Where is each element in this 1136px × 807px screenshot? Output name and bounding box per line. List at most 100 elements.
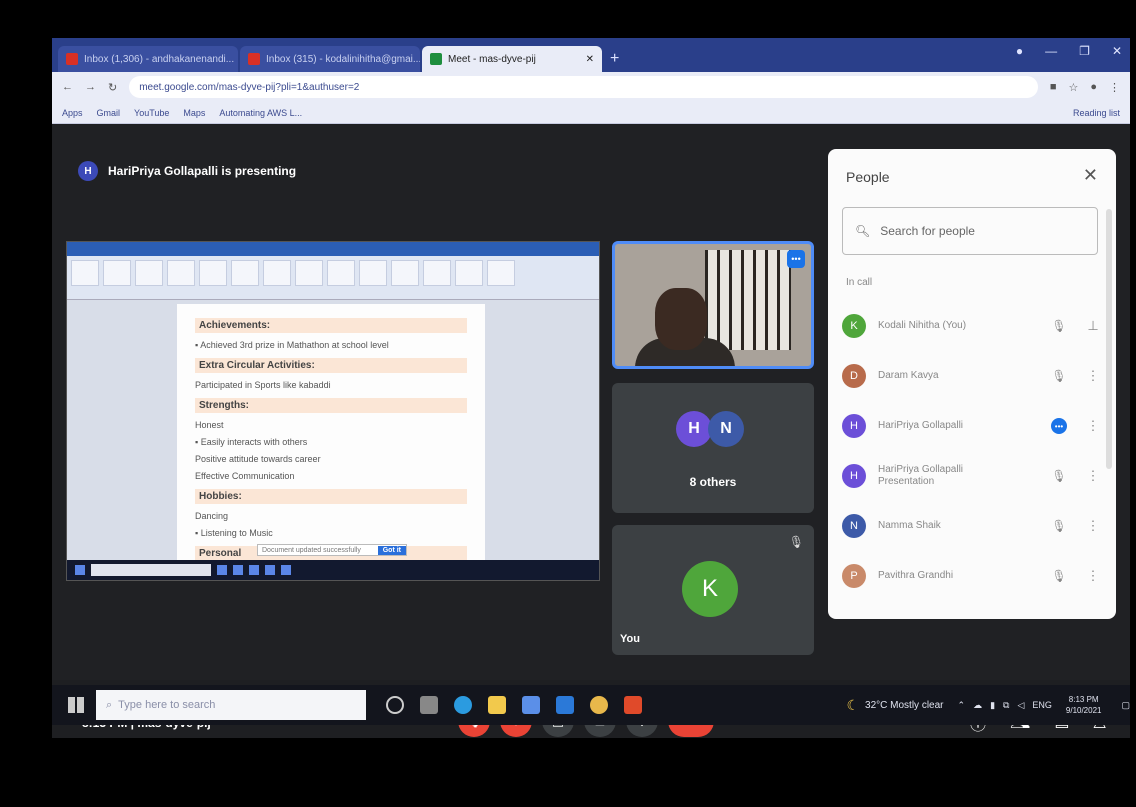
tab-gmail-2[interactable]: Inbox (315) - kodalinihitha@gmai... ✕: [240, 46, 420, 72]
document-page: Achievements: ▪ Achieved 3rd prize in Mat…: [177, 304, 485, 562]
url-text: meet.google.com/mas-dyve-pij?pli=1&authu…: [139, 81, 360, 93]
avatar: P: [842, 564, 866, 588]
participant-row[interactable]: K Kodali Nihitha (You) 🎙︎ ⊥: [842, 301, 1104, 351]
office-icon[interactable]: [624, 696, 642, 714]
shared-taskbar: [67, 560, 599, 580]
reload-icon[interactable]: ↻: [108, 81, 117, 94]
person-face: [655, 288, 707, 350]
volume-icon[interactable]: ◁: [1017, 700, 1024, 711]
tab-label: Inbox (315) - kodalinihitha@gmai...: [266, 53, 420, 65]
clock[interactable]: 8:13 PM 9/10/2021: [1066, 694, 1102, 716]
participant-name: Pavithra Grandhi: [878, 570, 954, 581]
document-line: Positive attitude towards career: [195, 454, 321, 464]
bookmark-aws[interactable]: Automating AWS L...: [219, 108, 302, 118]
address-bar[interactable]: meet.google.com/mas-dyve-pij?pli=1&authu…: [129, 76, 1038, 98]
file-explorer-icon[interactable]: [488, 696, 506, 714]
weather-text: 32°C Mostly clear: [865, 699, 944, 711]
document-line: Dancing: [195, 511, 229, 521]
word-ribbon: [67, 242, 599, 300]
cortana-icon[interactable]: [386, 696, 404, 714]
participant-row[interactable]: P Pavithra Grandhi 🎙︎ ⋮: [842, 551, 1104, 601]
weather-widget[interactable]: ☾ 32°C Mostly clear: [846, 697, 943, 714]
more-options-icon[interactable]: ⋮: [1082, 568, 1104, 584]
taskbar-search-input[interactable]: ⌕ Type here to search: [96, 690, 366, 720]
mic-off-icon: 🎙︎: [1051, 569, 1067, 583]
others-count: 8 others: [689, 475, 737, 489]
close-window-icon[interactable]: ✕: [1112, 44, 1122, 58]
popup-button[interactable]: Got it: [377, 545, 406, 555]
new-tab-button[interactable]: +: [610, 50, 619, 68]
document-line: Honest: [195, 420, 224, 430]
task-view-icon[interactable]: [420, 696, 438, 714]
participant-name: Kodali Nihitha (You): [878, 320, 967, 331]
people-panel: People ✕ 🔍︎ Search for people In call KK…: [828, 149, 1116, 619]
back-icon[interactable]: ←: [62, 81, 73, 93]
document-popup: Document updated successfully Got it: [257, 544, 407, 556]
scrollbar[interactable]: [1106, 209, 1112, 469]
avatar[interactable]: ●: [1090, 81, 1097, 93]
notifications-icon[interactable]: ▢: [1121, 700, 1130, 711]
battery-icon[interactable]: ▮: [990, 700, 995, 711]
store-icon[interactable]: [522, 696, 540, 714]
bookmark-gmail[interactable]: Gmail: [97, 108, 121, 118]
maximize-icon[interactable]: ❐: [1079, 44, 1090, 58]
tab-meet[interactable]: Meet - mas-dyve-pij ✕: [422, 46, 602, 72]
mic-off-icon: 🎙︎: [1051, 369, 1067, 383]
window-grille: [705, 250, 791, 350]
forward-icon[interactable]: →: [85, 81, 96, 93]
bookmark-youtube[interactable]: YouTube: [134, 108, 169, 118]
shared-screen: Achievements: ▪ Achieved 3rd prize in Mat…: [66, 241, 600, 581]
weather-icon: ☾: [846, 696, 860, 713]
document-heading: Hobbies:: [195, 489, 467, 504]
panel-title: People: [846, 169, 890, 185]
close-icon[interactable]: ✕: [1083, 165, 1098, 186]
language-indicator[interactable]: ENG: [1032, 700, 1052, 710]
avatar: N: [708, 411, 744, 447]
tray-chevron-icon[interactable]: ⌃: [958, 700, 966, 711]
mail-icon[interactable]: [556, 696, 574, 714]
popup-text: Document updated successfully: [262, 546, 361, 554]
more-options-icon[interactable]: ⋮: [1082, 518, 1104, 534]
avatar: H: [676, 411, 712, 447]
edge-icon[interactable]: [454, 696, 472, 714]
minimize-icon[interactable]: —: [1045, 44, 1057, 58]
speaking-icon: •••: [1051, 418, 1067, 434]
bookmark-maps[interactable]: Maps: [183, 108, 205, 118]
profile-icon[interactable]: ●: [1016, 44, 1023, 58]
cloud-icon[interactable]: ☁: [973, 700, 982, 711]
participant-row[interactable]: H HariPriya Gollapalli ••• ⋮: [842, 401, 1104, 451]
you-label: You: [620, 633, 640, 645]
browser-toolbar: ← → ↻ meet.google.com/mas-dyve-pij?pli=1…: [52, 72, 1130, 102]
chrome-icon[interactable]: [590, 696, 608, 714]
tile-more-icon[interactable]: •••: [787, 250, 805, 268]
participant-name: Namma Shaik: [878, 520, 941, 531]
search-input[interactable]: 🔍︎ Search for people: [842, 207, 1098, 255]
participant-row[interactable]: N Namma Shaik 🎙︎ ⋮: [842, 501, 1104, 551]
video-tile-presenter[interactable]: •••: [612, 241, 814, 369]
gmail-icon: [66, 53, 78, 65]
tab-gmail-1[interactable]: Inbox (1,306) - andhakanenandi... ✕: [58, 46, 238, 72]
search-placeholder: Search for people: [880, 224, 975, 238]
video-tile-others[interactable]: H N 8 others: [612, 383, 814, 513]
more-options-icon[interactable]: ⋮: [1082, 368, 1104, 384]
document-heading: Extra Circular Activities:: [195, 358, 467, 373]
pin-icon[interactable]: ⊥: [1082, 318, 1104, 334]
participant-row[interactable]: D Daram Kavya 🎙︎ ⋮: [842, 351, 1104, 401]
star-icon[interactable]: ☆: [1068, 81, 1078, 94]
camera-icon[interactable]: ■: [1050, 81, 1057, 93]
mic-off-icon: 🎙︎: [1051, 469, 1067, 483]
bookmarks-bar: Apps Gmail YouTube Maps Automating AWS L…: [52, 102, 1130, 124]
more-options-icon[interactable]: ⋮: [1082, 418, 1104, 434]
document-heading: Achievements:: [195, 318, 467, 333]
reading-list-button[interactable]: Reading list: [1073, 108, 1120, 118]
windows-start-icon[interactable]: [68, 697, 84, 713]
document-heading: Strengths:: [195, 398, 467, 413]
menu-icon[interactable]: ⋮: [1109, 81, 1120, 94]
presenter-avatar: H: [78, 161, 98, 181]
video-tile-you[interactable]: 🎙︎ K You: [612, 525, 814, 655]
close-tab-icon[interactable]: ✕: [586, 54, 594, 65]
participant-row[interactable]: H HariPriya Gollapalli Presentation 🎙︎ ⋮: [842, 451, 1104, 501]
network-icon[interactable]: ⧉: [1003, 700, 1009, 711]
more-options-icon[interactable]: ⋮: [1082, 468, 1104, 484]
bookmark-apps[interactable]: Apps: [62, 108, 83, 118]
